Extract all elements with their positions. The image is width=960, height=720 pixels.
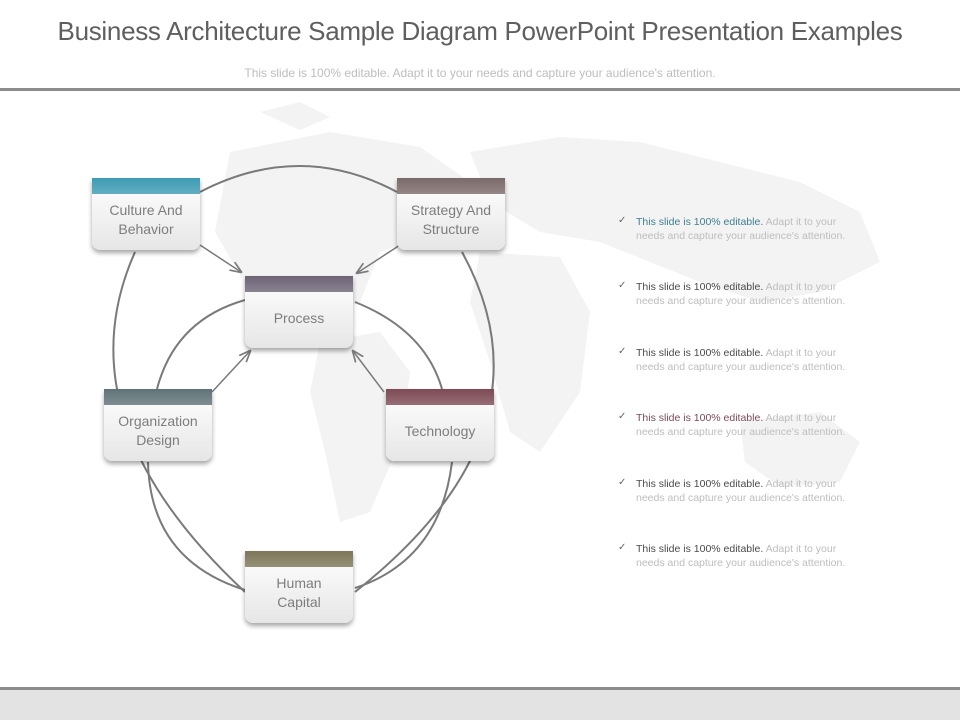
check-icon: ✓ <box>618 541 627 553</box>
node-culture-and-behavior: Culture And Behavior <box>92 178 200 250</box>
bullet-item: ✓ This slide is 100% editable. Adapt it … <box>618 477 868 542</box>
bullet-lead: This slide is 100% editable. <box>636 216 764 228</box>
inner-connector-lower-right <box>354 461 453 589</box>
node-process: Process <box>245 276 353 348</box>
arrow-technology-to-process <box>353 351 385 393</box>
node-label: Organization Design <box>118 413 198 448</box>
node-label: Technology <box>404 422 476 439</box>
node-cap <box>92 178 200 194</box>
bullet-text: This slide is 100% editable. Adapt it to… <box>636 346 861 374</box>
bullet-text: This slide is 100% editable. Adapt it to… <box>636 411 861 439</box>
bullet-list: ✓ This slide is 100% editable. Adapt it … <box>618 215 868 607</box>
node-cap <box>397 178 505 194</box>
node-organization-design: Organization Design <box>104 389 212 461</box>
bullet-lead: This slide is 100% editable. <box>636 346 764 359</box>
bullet-item: ✓ This slide is 100% editable. Adapt it … <box>618 280 868 345</box>
inner-connector-left <box>156 299 246 390</box>
bullet-text: This slide is 100% editable. Adapt it to… <box>636 477 861 505</box>
node-label: Human Capital <box>276 575 322 610</box>
arrow-culture-to-process <box>199 244 241 272</box>
inner-connector-lower-left <box>147 461 246 591</box>
node-human-capital: Human Capital <box>245 551 353 623</box>
check-icon: ✓ <box>618 280 627 292</box>
bullet-item: ✓ This slide is 100% editable. Adapt it … <box>618 542 868 607</box>
node-cap <box>386 389 494 405</box>
arrow-organization-to-process <box>211 351 250 393</box>
bullet-item: ✓ This slide is 100% editable. Adapt it … <box>618 215 868 280</box>
node-label: Process <box>273 309 325 326</box>
footer-band <box>0 690 960 720</box>
check-icon: ✓ <box>618 411 627 423</box>
check-icon: ✓ <box>618 476 627 488</box>
bullet-lead: This slide is 100% editable. <box>636 542 764 555</box>
check-icon: ✓ <box>618 345 627 357</box>
node-strategy-and-structure: Strategy And Structure <box>397 178 505 250</box>
check-icon: ✓ <box>618 215 627 226</box>
node-cap <box>245 551 353 567</box>
bullet-lead: This slide is 100% editable. <box>636 477 764 490</box>
inner-connector-right <box>354 301 443 390</box>
node-label: Strategy And Structure <box>410 202 492 237</box>
bullet-item: ✓ This slide is 100% editable. Adapt it … <box>618 346 868 411</box>
bullet-lead: This slide is 100% editable. <box>636 412 764 425</box>
bullet-text: This slide is 100% editable. Adapt it to… <box>636 280 861 308</box>
bullet-text: This slide is 100% editable. Adapt it to… <box>636 542 861 570</box>
node-cap <box>245 276 353 292</box>
bullet-text: This slide is 100% editable. Adapt it to… <box>636 215 861 243</box>
outer-connector-top <box>199 165 398 193</box>
bullet-lead: This slide is 100% editable. <box>636 281 764 294</box>
node-cap <box>104 389 212 405</box>
node-technology: Technology <box>386 389 494 461</box>
arrow-strategy-to-process <box>357 244 401 273</box>
bullet-item: ✓ This slide is 100% editable. Adapt it … <box>618 411 868 476</box>
node-label: Culture And Behavior <box>109 202 183 237</box>
